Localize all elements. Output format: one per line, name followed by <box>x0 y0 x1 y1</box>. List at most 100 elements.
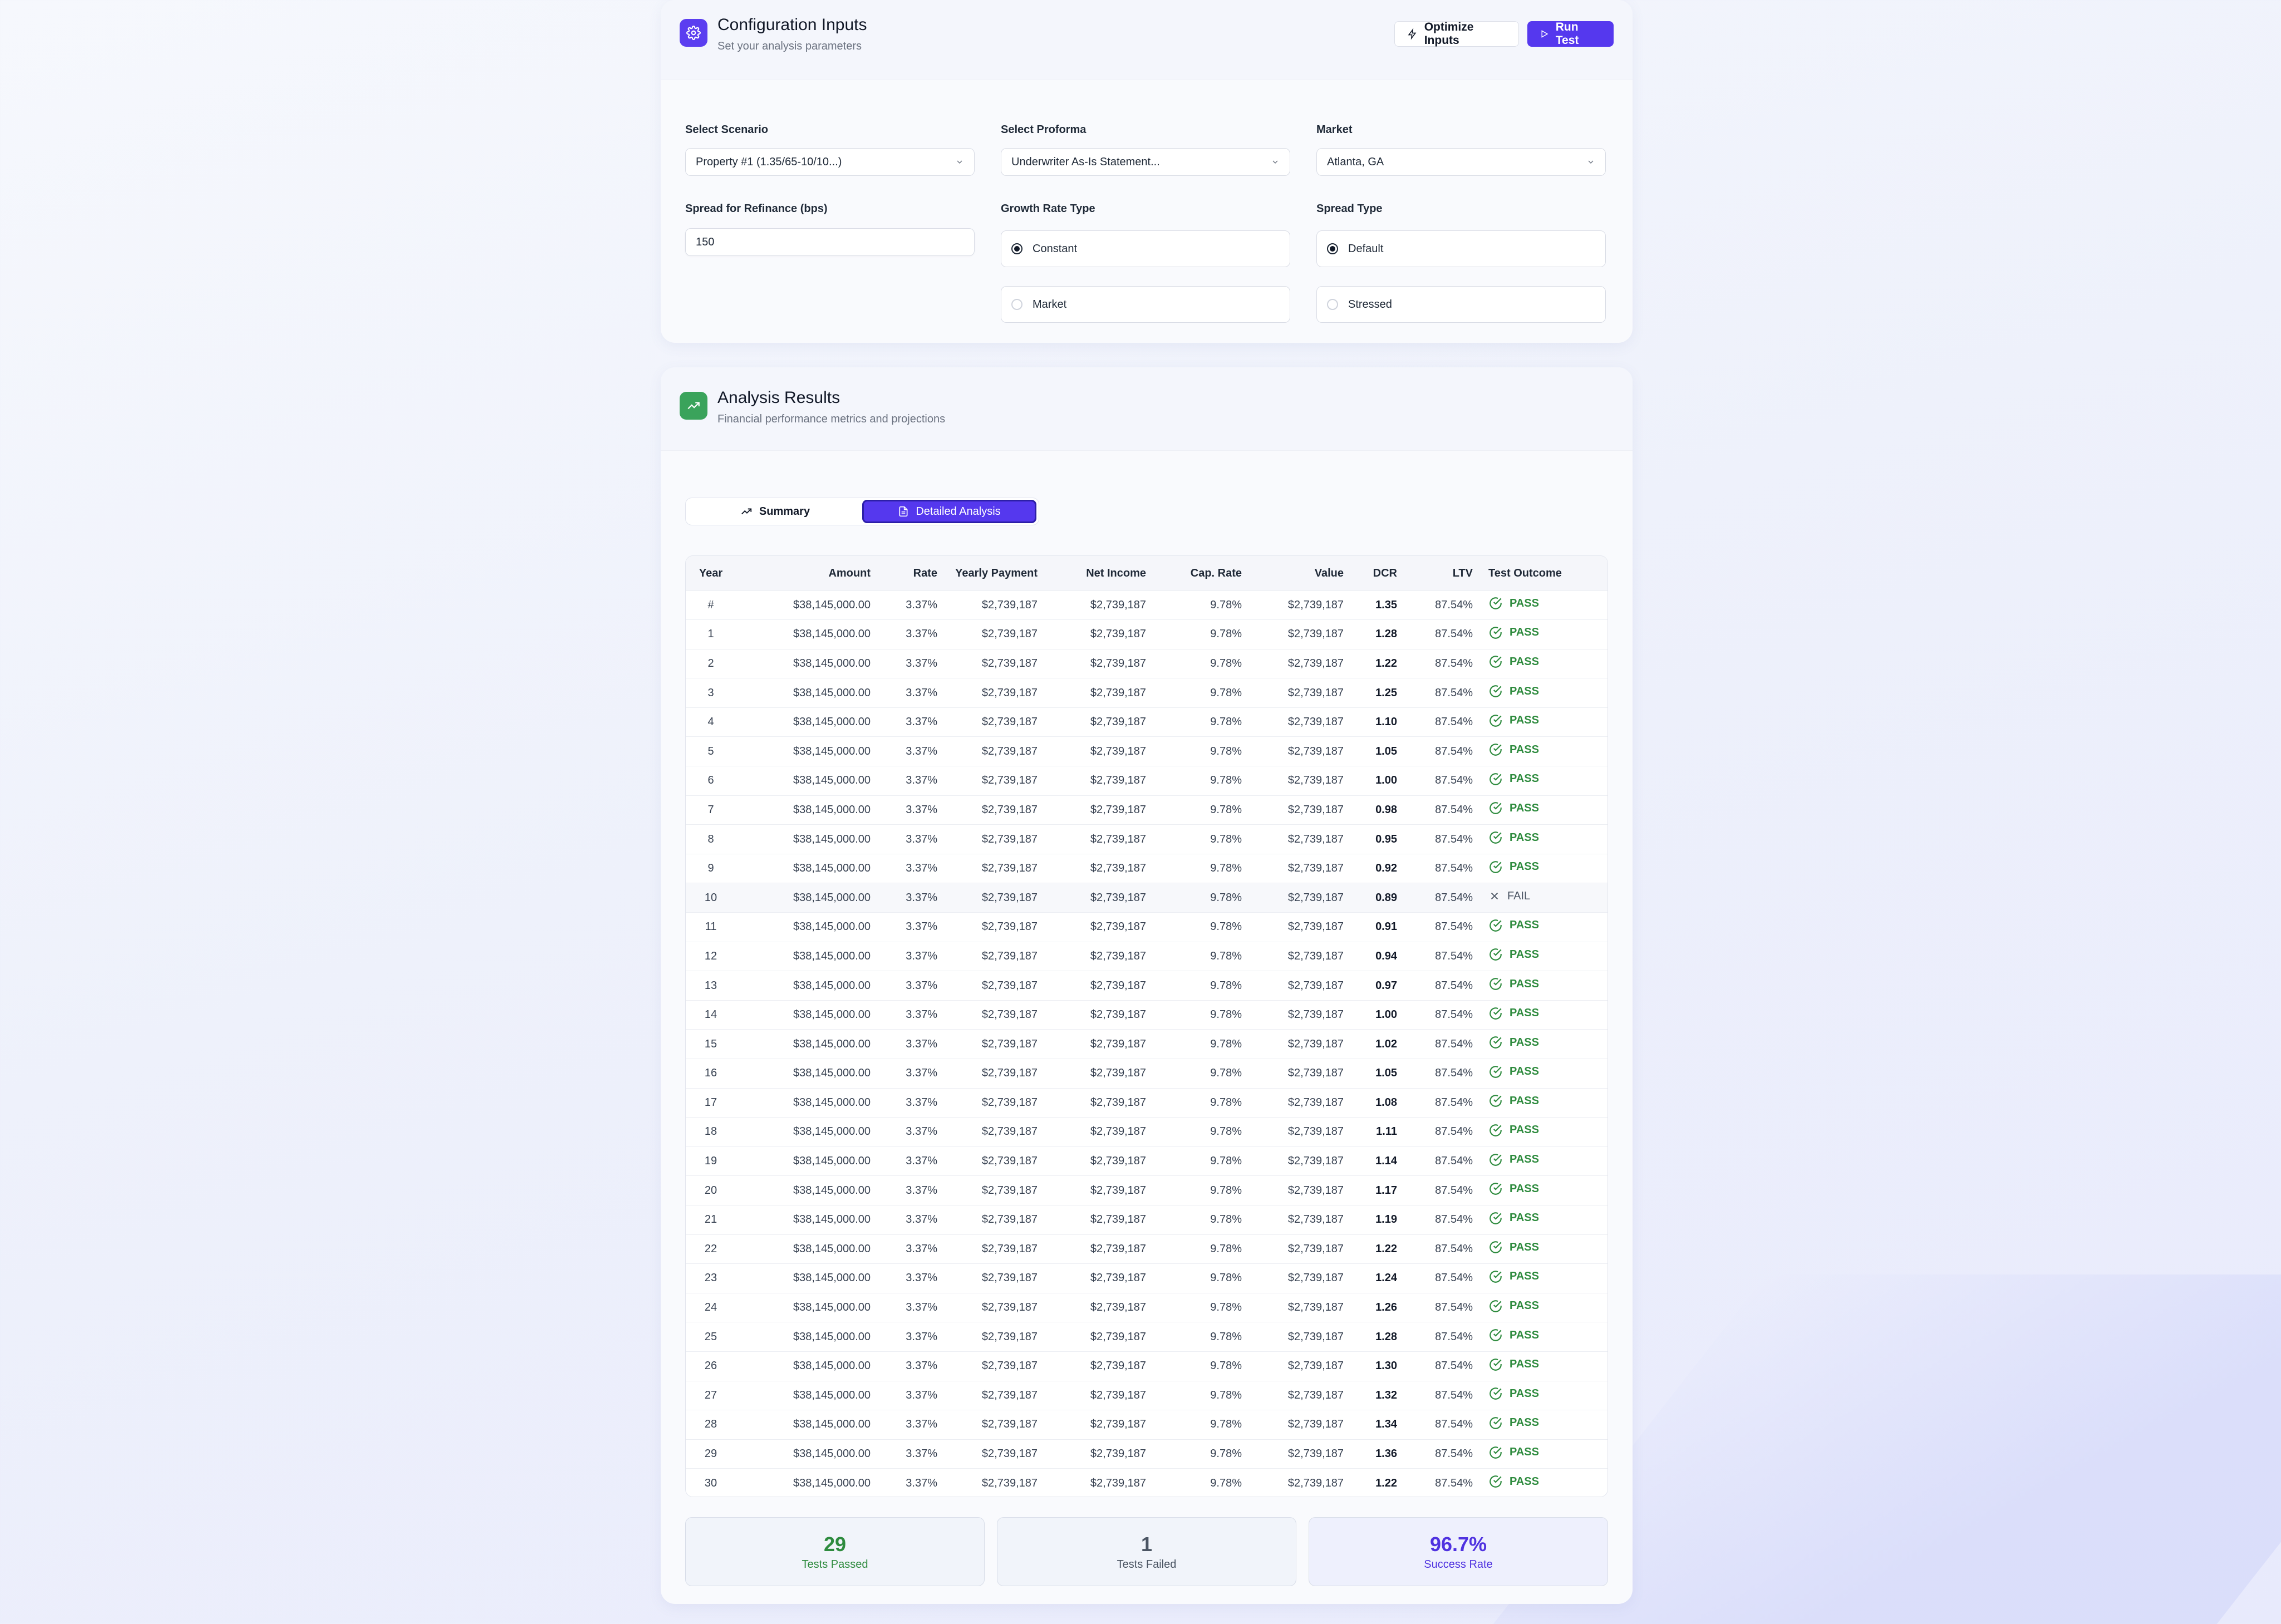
cell-dcr: 0.92 <box>1348 853 1402 883</box>
optimize-inputs-button[interactable]: Optimize Inputs <box>1394 21 1519 47</box>
table-row: 18 $38,145,000.00 3.37% $2,739,187 $2,739,18… <box>686 1117 1607 1147</box>
check-circle-icon <box>1489 978 1502 990</box>
growth-option-market[interactable]: Market <box>1001 286 1290 323</box>
table-row: 16 $38,145,000.00 3.37% $2,739,187 $2,739,18… <box>686 1059 1607 1089</box>
cell-yearly-payment: $2,739,187 <box>942 941 1042 971</box>
cell-ltv: 87.54% <box>1402 766 1477 796</box>
column-header-ltv: LTV <box>1452 567 1473 579</box>
cell-test-outcome: PASS <box>1477 1000 1607 1030</box>
cell-value: $2,739,187 <box>1246 1380 1348 1410</box>
outcome-label: PASS <box>1510 1007 1539 1020</box>
cell-ltv: 87.54% <box>1402 1410 1477 1440</box>
growth-option-constant[interactable]: Constant <box>1001 230 1290 267</box>
cell-test-outcome: PASS <box>1477 1322 1607 1352</box>
pass-badge: PASS <box>1488 860 1539 874</box>
cell-ltv: 87.54% <box>1402 1351 1477 1381</box>
run-test-button[interactable]: Run Test <box>1527 21 1614 47</box>
cell-dcr: 1.34 <box>1348 1410 1402 1440</box>
pass-badge: PASS <box>1488 772 1539 786</box>
cell-test-outcome: PASS <box>1477 1029 1607 1059</box>
analysis-results-card: Analysis Results Financial performance m… <box>661 367 1633 1604</box>
cell-amount: $38,145,000.00 <box>736 1175 875 1205</box>
cell-yearly-payment: $2,739,187 <box>942 1146 1042 1176</box>
cell-cap-rate: 9.78% <box>1151 795 1246 825</box>
cell-test-outcome: PASS <box>1477 736 1607 766</box>
spread-option-stressed[interactable]: Stressed <box>1316 286 1606 323</box>
pass-badge: PASS <box>1488 1357 1539 1372</box>
table-row: # $38,145,000.00 3.37% $2,739,187 $2,739,187… <box>686 590 1607 620</box>
cell-year: 23 <box>686 1263 736 1293</box>
tab-detailed-analysis[interactable]: Detailed Analysis <box>862 500 1036 523</box>
pass-badge: PASS <box>1488 1269 1539 1284</box>
outcome-label: PASS <box>1510 1328 1539 1341</box>
document-icon <box>899 506 908 517</box>
cell-rate: 3.37% <box>875 1204 942 1235</box>
fail-badge: FAIL <box>1488 890 1530 903</box>
cell-yearly-payment: $2,739,187 <box>942 912 1042 942</box>
trend-up-icon <box>680 392 707 420</box>
cell-rate: 3.37% <box>875 619 942 649</box>
scenario-label: Select Scenario <box>685 124 768 136</box>
cell-amount: $38,145,000.00 <box>736 853 875 883</box>
cell-value: $2,739,187 <box>1246 853 1348 883</box>
cell-net-income: $2,739,187 <box>1042 1292 1151 1322</box>
cell-test-outcome: PASS <box>1477 941 1607 971</box>
cell-cap-rate: 9.78% <box>1151 1322 1246 1352</box>
pass-badge: PASS <box>1488 1474 1539 1489</box>
cell-ltv: 87.54% <box>1402 1380 1477 1410</box>
cell-rate: 3.37% <box>875 824 942 854</box>
outcome-label: PASS <box>1510 860 1539 873</box>
radio-unselected-icon <box>1327 299 1338 310</box>
cell-value: $2,739,187 <box>1246 883 1348 913</box>
cell-amount: $38,145,000.00 <box>736 678 875 708</box>
pass-badge: PASS <box>1488 1299 1539 1313</box>
market-select[interactable]: Atlanta, GA <box>1316 148 1606 176</box>
check-circle-icon <box>1489 1124 1502 1136</box>
cell-test-outcome: PASS <box>1477 1175 1607 1205</box>
spread-input[interactable]: 150 <box>685 228 975 256</box>
cell-year: 9 <box>686 853 736 883</box>
cell-cap-rate: 9.78% <box>1151 971 1246 1001</box>
proforma-select[interactable]: Underwriter As-Is Statement... <box>1001 148 1290 176</box>
cell-net-income: $2,739,187 <box>1042 1117 1151 1147</box>
table-row: 2 $38,145,000.00 3.37% $2,739,187 $2,739,187… <box>686 648 1607 678</box>
cell-dcr: 0.95 <box>1348 824 1402 854</box>
cell-year: 7 <box>686 795 736 825</box>
cell-net-income: $2,739,187 <box>1042 1000 1151 1030</box>
check-circle-icon <box>1489 1183 1502 1195</box>
cell-value: $2,739,187 <box>1246 1292 1348 1322</box>
cell-cap-rate: 9.78% <box>1151 1380 1246 1410</box>
cell-ltv: 87.54% <box>1402 883 1477 913</box>
cell-year: 12 <box>686 941 736 971</box>
cell-dcr: 1.11 <box>1348 1117 1402 1147</box>
cell-year: 16 <box>686 1059 736 1089</box>
table-row: 27 $38,145,000.00 3.37% $2,739,187 $2,739,18… <box>686 1380 1607 1410</box>
cell-net-income: $2,739,187 <box>1042 707 1151 737</box>
cell-dcr: 1.22 <box>1348 1234 1402 1264</box>
column-header-amount: Amount <box>828 567 871 579</box>
cell-year: 24 <box>686 1292 736 1322</box>
outcome-label: PASS <box>1510 801 1539 814</box>
cell-net-income: $2,739,187 <box>1042 1322 1151 1352</box>
tab-summary[interactable]: Summary <box>688 500 862 523</box>
check-circle-icon <box>1489 948 1502 961</box>
pass-badge: PASS <box>1488 801 1539 815</box>
cell-yearly-payment: $2,739,187 <box>942 1410 1042 1440</box>
cell-year: 5 <box>686 736 736 766</box>
table-row: 23 $38,145,000.00 3.37% $2,739,187 $2,739,18… <box>686 1263 1607 1293</box>
scenario-select[interactable]: Property #1 (1.35/65-10/10...) <box>685 148 975 176</box>
cell-cap-rate: 9.78% <box>1151 1117 1246 1147</box>
cell-year: 26 <box>686 1351 736 1381</box>
cell-value: $2,739,187 <box>1246 1322 1348 1352</box>
cell-cap-rate: 9.78% <box>1151 824 1246 854</box>
cell-year: 3 <box>686 678 736 708</box>
cell-cap-rate: 9.78% <box>1151 678 1246 708</box>
cell-value: $2,739,187 <box>1246 941 1348 971</box>
spread-option-default[interactable]: Default <box>1316 230 1606 267</box>
column-header-cap-rate: Cap. Rate <box>1190 567 1242 579</box>
cell-value: $2,739,187 <box>1246 1000 1348 1030</box>
cell-cap-rate: 9.78% <box>1151 1292 1246 1322</box>
cell-rate: 3.37% <box>875 883 942 913</box>
cell-value: $2,739,187 <box>1246 1059 1348 1089</box>
cell-dcr: 1.25 <box>1348 678 1402 708</box>
